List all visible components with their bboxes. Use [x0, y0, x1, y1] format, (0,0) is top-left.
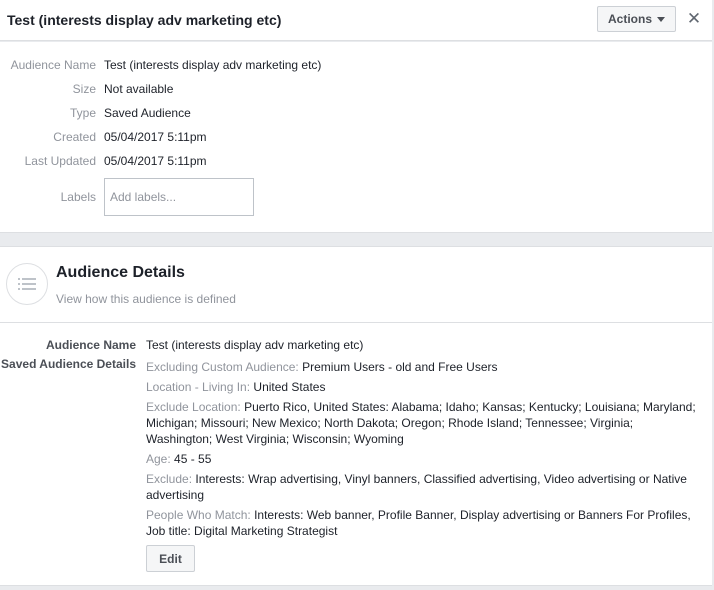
exclude-value: Interests: Wrap advertising, Vinyl banne… [146, 472, 687, 502]
age-key: Age: [146, 452, 171, 466]
updated-value: 05/04/2017 5:11pm [104, 154, 207, 168]
summary-row-name: Audience Name Test (interests display ad… [0, 58, 712, 78]
audience-summary-panel: Audience Name Test (interests display ad… [0, 42, 712, 233]
summary-row-size: Size Not available [0, 82, 712, 102]
size-value: Not available [104, 82, 174, 96]
created-label: Created [53, 130, 96, 144]
details-name-value: Test (interests display adv marketing et… [146, 338, 364, 352]
name-label: Audience Name [10, 58, 96, 72]
caret-down-icon [657, 16, 665, 22]
audience-details-body: Audience Name Test (interests display ad… [0, 323, 712, 586]
labels-input[interactable] [104, 178, 254, 216]
saved-audience-details-label: Saved Audience Details [1, 357, 136, 371]
location-row: Location - Living In: United States [146, 379, 702, 395]
name-value: Test (interests display adv marketing et… [104, 58, 322, 72]
exclude-location-key: Exclude Location: [146, 400, 241, 414]
age-value: 45 - 55 [174, 452, 212, 466]
details-icon-circle [6, 263, 48, 305]
details-title: Audience Details [56, 264, 185, 281]
updated-label: Last Updated [24, 154, 96, 168]
exclude-location-row: Exclude Location: Puerto Rico, United St… [146, 399, 702, 447]
location-value: United States [253, 380, 326, 394]
details-name-label: Audience Name [45, 338, 136, 352]
exclude-key: Exclude: [146, 472, 193, 486]
people-match-row: People Who Match: Interests: Web banner,… [146, 507, 702, 539]
list-icon [18, 278, 36, 290]
exclude-row: Exclude: Interests: Wrap advertising, Vi… [146, 471, 702, 503]
audience-details-header: Audience Details View how this audience … [0, 246, 712, 323]
type-label: Type [69, 106, 96, 120]
actions-label: Actions [607, 12, 652, 26]
edit-button[interactable]: Edit [146, 545, 195, 572]
created-value: 05/04/2017 5:11pm [104, 130, 207, 144]
type-value: Saved Audience [104, 106, 191, 120]
people-match-key: People Who Match: [146, 508, 251, 522]
exclude-custom-row: Excluding Custom Audience: Premium Users… [146, 359, 702, 375]
audience-header: Test (interests display adv marketing et… [0, 0, 712, 41]
location-key: Location - Living In: [146, 380, 251, 394]
age-row: Age: 45 - 55 [146, 451, 702, 467]
close-icon[interactable]: ✕ [686, 10, 702, 28]
exclude-custom-value: Premium Users - old and Free Users [302, 360, 498, 374]
size-label: Size [72, 82, 96, 96]
summary-row-created: Created 05/04/2017 5:11pm [0, 130, 712, 150]
actions-button[interactable]: Actions [597, 6, 676, 32]
summary-row-type: Type Saved Audience [0, 106, 712, 126]
summary-row-updated: Last Updated 05/04/2017 5:11pm [0, 154, 712, 174]
audience-title: Test (interests display adv marketing et… [7, 12, 282, 28]
exclude-custom-key: Excluding Custom Audience: [146, 360, 299, 374]
details-subtitle: View how this audience is defined [56, 292, 236, 306]
labels-label: Labels [60, 190, 96, 204]
